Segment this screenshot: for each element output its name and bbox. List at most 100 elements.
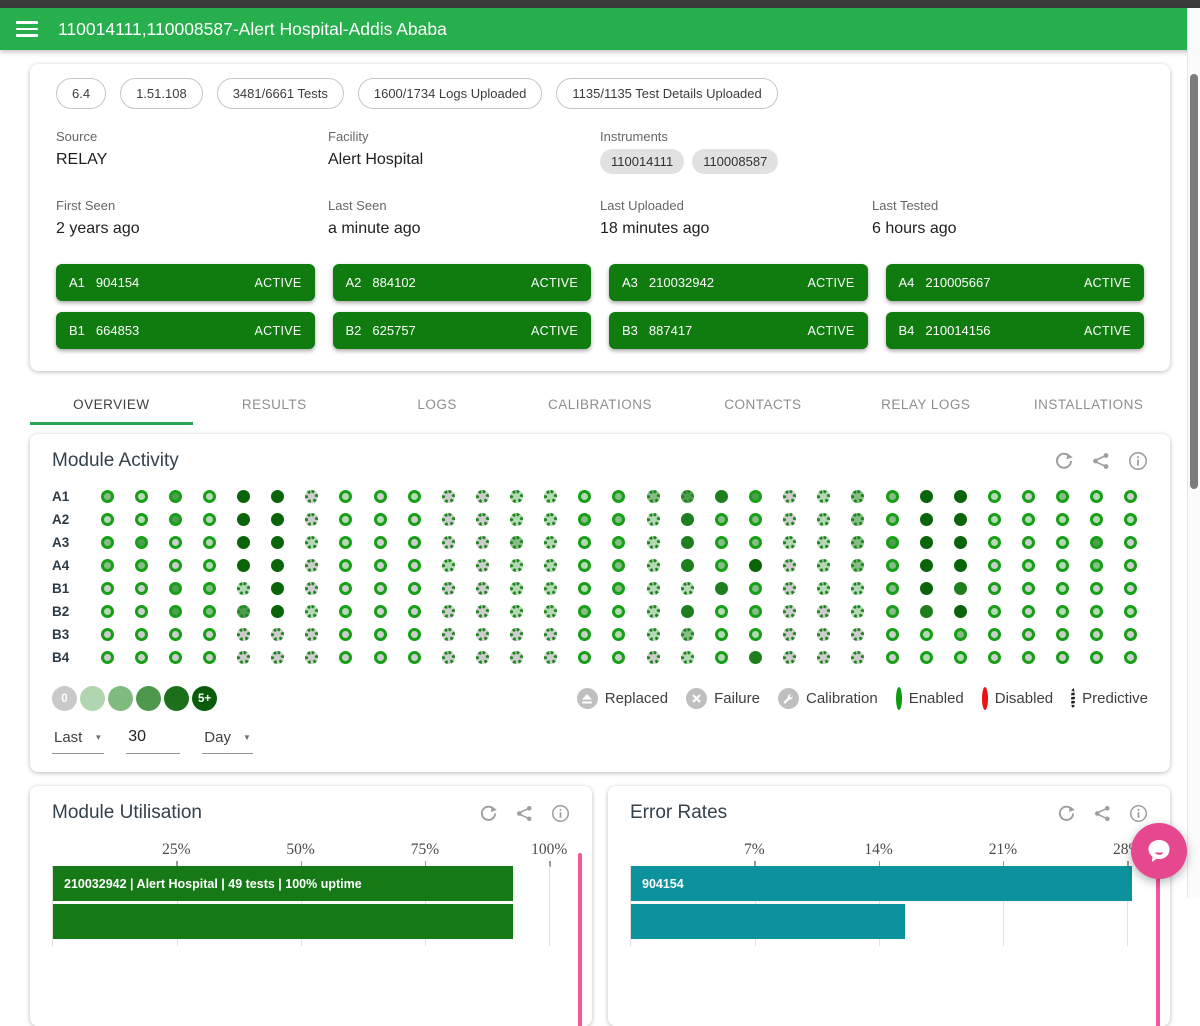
refresh-icon[interactable] [1054,451,1074,471]
activity-row: A3 [52,531,1148,554]
activity-dot [851,628,864,641]
activity-dot [817,605,830,618]
activity-dot [1124,513,1137,526]
activity-dot [339,490,352,503]
legend-label: Calibration [806,690,878,707]
activity-dot [715,490,728,503]
activity-dot [1124,559,1137,572]
activity-dot [101,536,114,549]
activity-row: B3 [52,623,1148,646]
activity-dot [476,513,489,526]
activity-dot [203,605,216,618]
refresh-icon[interactable] [479,804,498,823]
activity-dot [1056,582,1069,595]
activity-dot [408,582,421,595]
chat-launcher-button[interactable] [1131,823,1187,879]
tab-calibrations[interactable]: CALIBRATIONS [519,381,682,425]
share-icon[interactable] [1093,804,1112,823]
tab-logs[interactable]: LOGS [356,381,519,425]
field-source: Source RELAY [56,129,328,174]
activity-dot [408,605,421,618]
legend-label: Failure [714,690,760,707]
refresh-icon[interactable] [1057,804,1076,823]
share-icon[interactable] [515,804,534,823]
tab-contacts[interactable]: CONTACTS [681,381,844,425]
activity-dot [237,628,250,641]
info-icon[interactable] [1128,451,1148,471]
tab-relay-logs[interactable]: RELAY LOGS [844,381,1007,425]
activity-dot [442,605,455,618]
activity-dot [578,513,591,526]
info-icon[interactable] [1129,804,1148,823]
legend-item-enabled: Enabled [896,690,964,707]
module-status-label: ACTIVE [1084,324,1131,338]
activity-dot [339,628,352,641]
activity-dot [237,490,250,503]
chart-bar-label: 210032942 | Alert Hospital | 49 tests | … [53,877,362,891]
activity-dot [305,582,318,595]
module-slot: A4 [899,275,915,290]
activity-row: A1 [52,485,1148,508]
period-unit-select[interactable]: Day ▼ [202,727,253,754]
field-first-seen: First Seen 2 years ago [56,198,328,238]
activity-dot [1090,559,1103,572]
tab-overview[interactable]: OVERVIEW [30,381,193,425]
module-serial: 625757 [372,323,415,338]
activity-dot [271,513,284,526]
activity-dot [647,536,660,549]
module-id: B2625757 [346,323,416,338]
activity-dot [510,628,523,641]
period-value-input[interactable] [126,728,180,754]
activity-dot [135,536,148,549]
activity-dot [510,536,523,549]
activity-dot [1022,490,1035,503]
vertical-scrollbar[interactable] [1187,8,1200,898]
activity-dot [578,651,591,664]
activity-dot [374,582,387,595]
hamburger-menu-icon[interactable] [16,21,38,37]
activity-dot [612,490,625,503]
info-grid: Source RELAY Facility Alert Hospital Ins… [56,129,1144,238]
activity-dot [1090,490,1103,503]
module-activity-card: Module Activity A1A2A3A4B1B2B3B4 05+ Rep… [30,434,1170,772]
activity-dot [135,582,148,595]
activity-dot [101,490,114,503]
scrollbar-thumb[interactable] [1190,74,1198,489]
tab-results[interactable]: RESULTS [193,381,356,425]
activity-dot [374,513,387,526]
activity-dot [169,651,182,664]
activity-dot [1022,605,1035,618]
activity-dot [954,582,967,595]
activity-dot [920,651,933,664]
activity-dot [169,559,182,572]
activity-dot [374,651,387,664]
activity-dot [578,605,591,618]
axis-tick-label: 75% [411,841,439,859]
activity-dot [954,513,967,526]
summary-chips: 6.41.51.1083481/6661 Tests1600/1734 Logs… [56,78,1144,109]
activity-row-label: B1 [52,581,90,596]
activity-row-dots [90,651,1148,664]
activity-dot [578,559,591,572]
period-prefix-select[interactable]: Last ▼ [52,727,104,754]
disabled-icon [982,690,988,707]
activity-dot [510,582,523,595]
activity-dot [476,536,489,549]
activity-dot [339,536,352,549]
info-icon[interactable] [551,804,570,823]
predictive-icon [1071,690,1075,707]
activity-dot [476,490,489,503]
activity-dot [1090,628,1103,641]
module-status-label: ACTIVE [808,276,855,290]
chart-bar [631,904,905,939]
activity-dot [681,605,694,618]
activity-dot [135,490,148,503]
activity-dot [988,490,1001,503]
activity-dot [612,559,625,572]
share-icon[interactable] [1091,451,1111,471]
axis-tick-label: 50% [286,841,314,859]
activity-dot [988,582,1001,595]
tab-installations[interactable]: INSTALLATIONS [1007,381,1170,425]
activity-dot [305,513,318,526]
activity-dot [783,605,796,618]
